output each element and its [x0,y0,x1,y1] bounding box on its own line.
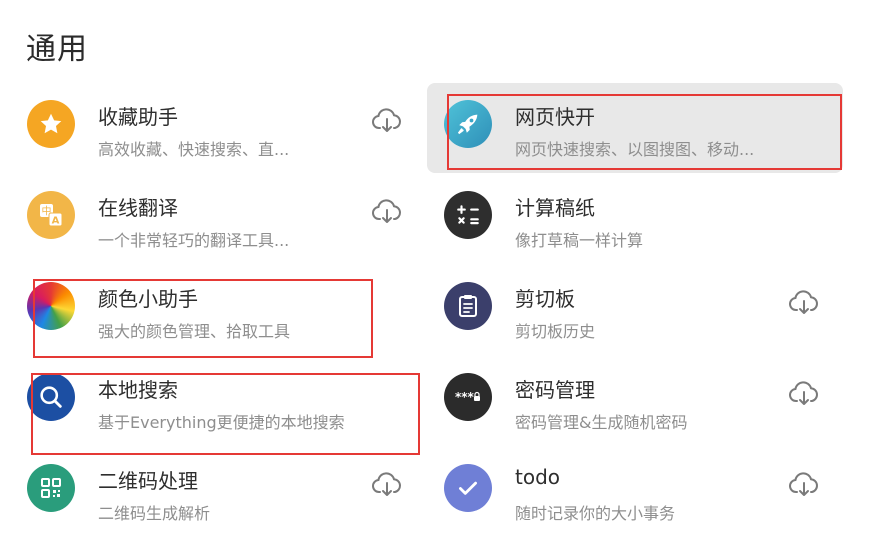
app-name: 二维码处理 [98,469,198,493]
app-name: 计算稿纸 [515,196,595,220]
cloud-download-icon[interactable] [787,471,821,499]
star-icon [27,100,75,148]
app-card-todo[interactable]: todo 随时记录你的大小事务 [427,447,843,537]
app-desc: 密码管理&生成随机密码 [515,413,688,432]
app-card-clipboard[interactable]: 剪切板 剪切板历史 [427,265,843,355]
app-desc: 随时记录你的大小事务 [515,504,676,523]
password-icon: *** [444,373,492,421]
app-card-web-quick-open[interactable]: 网页快开 网页快速搜索、以图搜图、移动... [427,83,843,173]
app-card-password-manager[interactable]: *** 密码管理 密码管理&生成随机密码 [427,356,843,446]
cloud-download-icon[interactable] [370,107,404,135]
color-wheel-icon [27,282,75,330]
app-card-color-helper[interactable]: 颜色小助手 强大的颜色管理、拾取工具 [10,265,426,355]
app-name: 在线翻译 [98,196,178,220]
app-name: 颜色小助手 [98,287,198,311]
app-desc: 强大的颜色管理、拾取工具 [98,322,291,341]
app-desc: 像打草稿一样计算 [515,231,644,250]
app-desc: 高效收藏、快速搜索、直... [98,140,290,159]
app-card-qrcode[interactable]: 二维码处理 二维码生成解析 [10,447,426,537]
app-desc: 剪切板历史 [515,322,596,341]
app-name: todo [515,465,561,489]
app-card-local-search[interactable]: 本地搜索 基于Everything更便捷的本地搜索 [10,356,426,446]
cloud-download-icon[interactable] [370,471,404,499]
qrcode-icon [27,464,75,512]
calculator-icon [444,191,492,239]
app-name: 收藏助手 [98,105,178,129]
cloud-download-icon[interactable] [787,380,821,408]
app-desc: 网页快速搜索、以图搜图、移动... [515,140,755,159]
app-desc: 基于Everything更便捷的本地搜索 [98,413,345,432]
app-desc: 二维码生成解析 [98,504,211,523]
app-card-translate[interactable]: 中A 在线翻译 一个非常轻巧的翻译工具... [10,174,426,264]
app-name: 密码管理 [515,378,595,402]
svg-text:A: A [52,216,60,227]
cloud-download-icon[interactable] [370,198,404,226]
translate-icon: 中A [27,191,75,239]
rocket-icon [444,100,492,148]
svg-text:***: *** [455,390,475,404]
search-icon [27,373,75,421]
app-card-favorites[interactable]: 收藏助手 高效收藏、快速搜索、直... [10,83,426,173]
cloud-download-icon[interactable] [787,289,821,317]
app-card-calculator[interactable]: 计算稿纸 像打草稿一样计算 [427,174,843,264]
section-title: 通用 [26,32,88,67]
app-name: 剪切板 [515,287,575,311]
app-name: 网页快开 [515,105,595,129]
app-name: 本地搜索 [98,378,178,402]
clipboard-icon [444,282,492,330]
app-desc: 一个非常轻巧的翻译工具... [98,231,290,250]
check-icon [444,464,492,512]
